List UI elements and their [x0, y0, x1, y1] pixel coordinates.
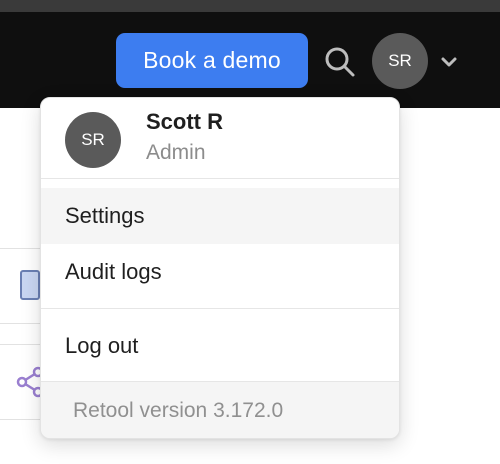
- chevron-down-icon[interactable]: [440, 56, 458, 68]
- menu-item-log-out[interactable]: Log out: [41, 318, 399, 374]
- menu-divider: [41, 308, 399, 309]
- avatar: SR: [65, 112, 121, 168]
- user-dropdown-menu: SR Scott R Admin Settings Audit logs Log…: [40, 97, 400, 439]
- menu-item-settings[interactable]: Settings: [41, 188, 399, 244]
- tablet-icon: [20, 270, 40, 300]
- book-demo-button[interactable]: Book a demo: [116, 33, 308, 88]
- user-avatar-button[interactable]: SR: [372, 33, 428, 89]
- user-role: Admin: [146, 141, 206, 164]
- header-edge: [0, 0, 500, 12]
- top-header: Book a demo SR: [0, 0, 500, 108]
- menu-user-header: SR Scott R Admin: [41, 98, 399, 178]
- version-text: Retool version 3.172.0: [41, 382, 399, 438]
- user-name: Scott R: [146, 109, 223, 134]
- menu-divider: [41, 178, 399, 179]
- search-icon[interactable]: [324, 46, 356, 78]
- menu-item-audit-logs[interactable]: Audit logs: [41, 244, 399, 300]
